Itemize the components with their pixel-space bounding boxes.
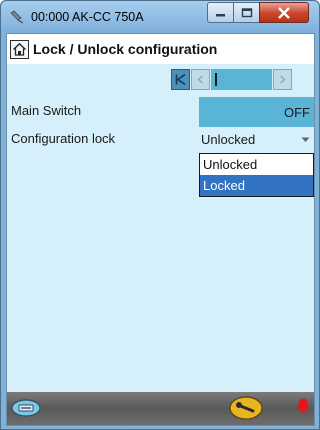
first-page-icon <box>175 73 186 86</box>
next-page-button[interactable] <box>273 69 292 90</box>
prev-page-icon <box>197 75 203 84</box>
window-title: 00:000 AK-CC 750A <box>31 10 144 24</box>
title-bar[interactable]: 00:000 AK-CC 750A <box>1 1 319 33</box>
prev-page-button[interactable] <box>191 69 210 90</box>
page-field[interactable] <box>211 69 272 90</box>
next-page-icon <box>280 75 286 84</box>
maximize-icon <box>241 7 252 17</box>
main-switch-value: OFF <box>284 105 310 120</box>
configuration-lock-value: Unlocked <box>201 132 256 147</box>
configuration-lock-label: Configuration lock <box>11 131 116 146</box>
device-icon[interactable] <box>11 399 41 417</box>
minimize-icon <box>215 13 225 16</box>
footer-bar <box>7 392 314 425</box>
configuration-lock-dropdown: Unlocked Locked <box>199 153 314 197</box>
chevron-down-icon[interactable] <box>298 133 312 147</box>
home-icon <box>13 42 26 56</box>
minimize-button[interactable] <box>207 2 234 23</box>
main-switch-field[interactable]: OFF <box>199 97 314 127</box>
option-unlocked[interactable]: Unlocked <box>200 154 313 175</box>
close-button[interactable] <box>259 2 309 23</box>
close-icon <box>278 6 290 19</box>
page-title: Lock / Unlock configuration <box>33 41 218 57</box>
option-locked[interactable]: Locked <box>200 175 313 196</box>
first-page-button[interactable] <box>171 69 190 90</box>
client-area: Lock / Unlock configuration Main Switch … <box>6 33 315 426</box>
text-cursor <box>215 73 217 86</box>
app-icon <box>10 10 24 24</box>
service-tool-icon[interactable] <box>229 395 263 421</box>
main-switch-label: Main Switch <box>11 103 82 118</box>
app-window: 00:000 AK-CC 750A Lock / Unlock configur… <box>0 0 320 430</box>
configuration-lock-select[interactable]: Unlocked <box>199 129 314 151</box>
alarm-bell-icon[interactable] <box>295 397 311 415</box>
home-button[interactable] <box>10 40 29 59</box>
page-header: Lock / Unlock configuration <box>7 34 314 64</box>
maximize-button[interactable] <box>233 2 260 23</box>
